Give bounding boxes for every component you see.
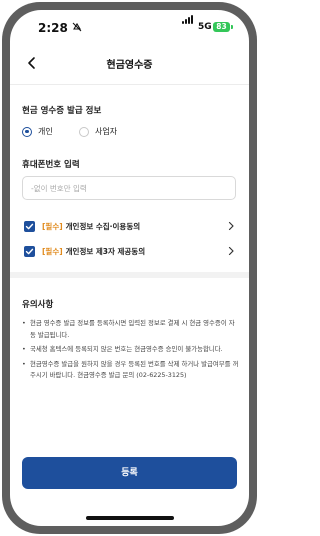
screen: 2:28 5G 83 현금영수증 현금 영수증 발급 정보 개인 사업자 휴대폰… [10,10,249,526]
radio-selected-icon [22,126,32,137]
checkbox-checked-icon[interactable] [24,246,35,257]
page-title: 현금영수증 [106,60,153,71]
phone-heading: 휴대폰번호 입력 [22,160,80,170]
network-type: 5G [198,22,212,32]
radio-business[interactable]: 사업자 [79,126,117,137]
required-tag: [필수] [42,247,63,256]
notice-item: 현금영수증 발급을 원하지 않을 경우 등록된 번호를 삭제 하거나 발급여부를… [22,359,240,382]
agreement-collection-label: [필수] 개인정보 수집·이용동의 [42,221,140,232]
agreement-third-party-label: [필수] 개인정보 제3자 제공동의 [42,246,145,257]
receipt-info-heading: 현금 영수증 발급 정보 [22,106,102,116]
chevron-right-icon[interactable] [226,246,236,256]
agreement-third-party-row[interactable]: [필수] 개인정보 제3자 제공동의 [24,243,236,261]
notice-list: 현금 영수증 발급 정보를 등록하시면 입력된 정보로 결제 시 현금 영수증이… [22,318,240,385]
chevron-right-icon[interactable] [226,221,236,231]
agreement-collection-row[interactable]: [필수] 개인정보 수집·이용동의 [24,218,236,236]
battery-level: 83 [216,22,227,31]
radio-personal-label: 개인 [38,127,53,136]
notice-item: 국세청 홈텍스에 등록되지 않은 번호는 현금영수증 승인이 불가능합니다. [22,344,240,356]
agreement-collection-text: 개인정보 수집·이용동의 [65,222,141,231]
nav-header: 현금영수증 [10,44,249,85]
radio-unselected-icon [79,126,89,137]
notice-item: 현금 영수증 발급 정보를 등록하시면 입력된 정보로 결제 시 현금 영수증이… [22,318,240,341]
section-divider [10,272,249,278]
battery-icon: 83 [213,22,233,32]
phone-number-input[interactable] [22,176,236,200]
home-indicator [86,516,174,520]
status-bar: 2:28 5G 83 [10,10,249,44]
register-button[interactable]: 등록 [22,457,237,489]
notice-heading: 유의사항 [22,300,54,310]
agreement-third-party-text: 개인정보 제3자 제공동의 [65,247,146,256]
status-time: 2:28 [38,21,68,35]
required-tag: [필수] [42,222,63,231]
radio-business-label: 사업자 [95,127,118,136]
silent-mode-icon [72,22,82,32]
checkbox-checked-icon[interactable] [24,221,35,232]
device-frame: 2:28 5G 83 현금영수증 현금 영수증 발급 정보 개인 사업자 휴대폰… [0,0,259,536]
radio-personal[interactable]: 개인 [22,126,53,137]
